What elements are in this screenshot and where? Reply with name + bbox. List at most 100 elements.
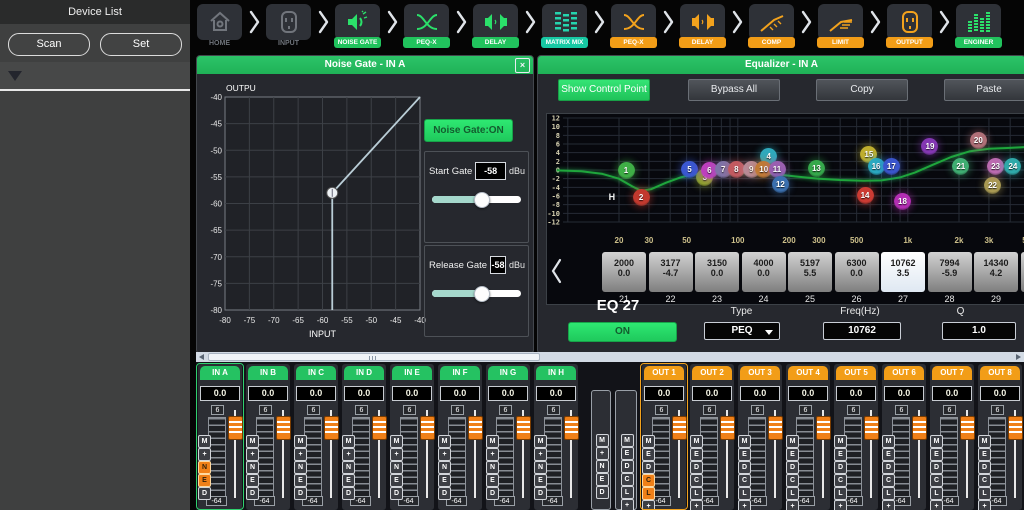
eq-band-cell-25[interactable]: 51975.5: [788, 252, 832, 292]
eq-point-14[interactable]: 14: [857, 187, 874, 204]
strip-button-D[interactable]: D: [978, 461, 991, 474]
channel-tab[interactable]: OUT 3: [740, 366, 780, 380]
band-scroll-left-icon[interactable]: [550, 257, 562, 290]
q-field[interactable]: 1.0: [942, 322, 1016, 340]
strip-button-D[interactable]: D: [198, 487, 211, 500]
strip-button-M[interactable]: M: [534, 435, 547, 448]
strip-button-D[interactable]: D: [834, 461, 847, 474]
channel-value[interactable]: 0.0: [248, 386, 288, 401]
strip-button-+[interactable]: +: [642, 500, 655, 510]
channel-value[interactable]: 0.0: [980, 386, 1020, 401]
strip-button-N[interactable]: N: [294, 461, 307, 474]
strip-button-+[interactable]: +: [486, 448, 499, 461]
start-gate-slider-thumb[interactable]: [474, 192, 490, 208]
strip-button-E[interactable]: E: [738, 448, 751, 461]
toolbar-item-comp[interactable]: COMP: [748, 0, 795, 48]
strip-button-D[interactable]: D: [486, 487, 499, 500]
eq-band-cell-26[interactable]: 63000.0: [835, 252, 879, 292]
strip-button-E[interactable]: E: [342, 474, 355, 487]
channel-value[interactable]: 0.0: [392, 386, 432, 401]
strip-button-E[interactable]: E: [198, 474, 211, 487]
fader-handle[interactable]: [1008, 416, 1023, 440]
strip-button-L[interactable]: L: [642, 487, 655, 500]
channel-tab[interactable]: IN F: [440, 366, 480, 380]
strip-button-D[interactable]: D: [294, 487, 307, 500]
channel-tab[interactable]: IN D: [344, 366, 384, 380]
channel-tab[interactable]: IN B: [248, 366, 288, 380]
strip-button-+[interactable]: +: [690, 500, 703, 510]
eq-band-cell-22[interactable]: 3177-4.7: [649, 252, 693, 292]
strip-button-D[interactable]: D: [738, 461, 751, 474]
fader-handle[interactable]: [864, 416, 879, 440]
toolbar-item-output[interactable]: OUTPUT: [886, 0, 933, 48]
channel-value[interactable]: 0.0: [692, 386, 732, 401]
scan-button[interactable]: Scan: [8, 33, 90, 56]
strip-button-L[interactable]: L: [690, 487, 703, 500]
fader-handle[interactable]: [276, 416, 291, 440]
start-gate-slider[interactable]: [432, 196, 521, 203]
strip-button-N[interactable]: N: [198, 461, 211, 474]
strip-button-+[interactable]: +: [738, 500, 751, 510]
channel-value[interactable]: 0.0: [932, 386, 972, 401]
strip-button-+[interactable]: +: [978, 500, 991, 510]
fader-handle[interactable]: [516, 416, 531, 440]
strip-button-+[interactable]: +: [534, 448, 547, 461]
eq-point-13[interactable]: 13: [808, 160, 825, 177]
eq-band-cell-24[interactable]: 40000.0: [742, 252, 786, 292]
channel-value[interactable]: 0.0: [644, 386, 684, 401]
channel-value[interactable]: 0.0: [344, 386, 384, 401]
strip-button-M[interactable]: M: [246, 435, 259, 448]
strip-button-M[interactable]: M: [596, 434, 609, 447]
strip-button-+[interactable]: +: [246, 448, 259, 461]
eq-point-20[interactable]: 20: [970, 132, 987, 149]
strip-button-M[interactable]: M: [294, 435, 307, 448]
channel-tab[interactable]: IN A: [200, 366, 240, 380]
channel-value[interactable]: 0.0: [740, 386, 780, 401]
toolbar-item-home[interactable]: HOME: [196, 0, 243, 47]
eq-point-24[interactable]: 24: [1004, 158, 1021, 175]
eq-band-cell-27[interactable]: 107623.5: [881, 252, 925, 292]
channel-tab[interactable]: OUT 1: [644, 366, 684, 380]
eq-point-12[interactable]: 12: [772, 176, 789, 193]
strip-button-E[interactable]: E: [642, 448, 655, 461]
strip-button-M[interactable]: M: [834, 435, 847, 448]
strip-button-L[interactable]: L: [882, 487, 895, 500]
strip-button-D[interactable]: D: [390, 487, 403, 500]
strip-button-+[interactable]: +: [294, 448, 307, 461]
eq-point-11[interactable]: 11: [769, 161, 786, 178]
strip-button-E[interactable]: E: [294, 474, 307, 487]
strip-button-+[interactable]: +: [438, 448, 451, 461]
device-dropdown[interactable]: [0, 62, 190, 91]
noise-gate-transfer-plot[interactable]: OUTPU-40-45-50-55-60-65-70-75-80-80-75-7…: [205, 80, 431, 348]
strip-button-M[interactable]: M: [438, 435, 451, 448]
toolbar-item-limit[interactable]: LIMIT: [817, 0, 864, 48]
eq-point-23[interactable]: 23: [987, 158, 1004, 175]
strip-button-+[interactable]: +: [621, 499, 634, 510]
eq-point-5[interactable]: 5: [681, 161, 698, 178]
strip-button-C[interactable]: C: [978, 474, 991, 487]
strip-button-D[interactable]: D: [621, 460, 634, 473]
strip-button-D[interactable]: D: [438, 487, 451, 500]
scroll-left-arrow-icon[interactable]: [199, 354, 204, 360]
strip-button-M[interactable]: M: [978, 435, 991, 448]
strip-button-L[interactable]: L: [834, 487, 847, 500]
eq-point-18[interactable]: 18: [894, 193, 911, 210]
strip-button-C[interactable]: C: [642, 474, 655, 487]
strip-button-E[interactable]: E: [621, 447, 634, 460]
strip-button-M[interactable]: M: [198, 435, 211, 448]
strip-button-D[interactable]: D: [642, 461, 655, 474]
eq-point-21[interactable]: 21: [952, 158, 969, 175]
strip-button-L[interactable]: L: [786, 487, 799, 500]
strip-button-E[interactable]: E: [978, 448, 991, 461]
channel-tab[interactable]: OUT 5: [836, 366, 876, 380]
strip-button-M[interactable]: M: [642, 435, 655, 448]
fader-handle[interactable]: [960, 416, 975, 440]
strip-button-M[interactable]: M: [930, 435, 943, 448]
channel-tab[interactable]: IN C: [296, 366, 336, 380]
strip-button-D[interactable]: D: [882, 461, 895, 474]
strip-button-C[interactable]: C: [786, 474, 799, 487]
strip-button-E[interactable]: E: [246, 474, 259, 487]
channel-tab[interactable]: OUT 8: [980, 366, 1020, 380]
eq-point-22[interactable]: 22: [984, 177, 1001, 194]
strip-button-M[interactable]: M: [486, 435, 499, 448]
